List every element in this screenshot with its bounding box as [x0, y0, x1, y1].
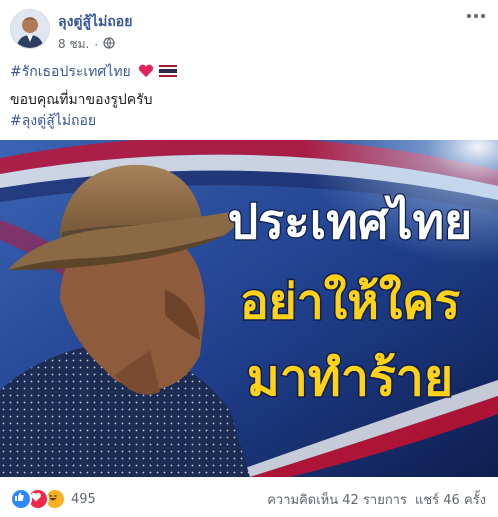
like-reaction-icon — [10, 488, 32, 510]
post-time[interactable]: 8 ชม. — [58, 35, 89, 54]
image-headline-1: ประเทศไทย — [228, 193, 472, 250]
post-header: ลุงตู่สู้ไม่ถอย 8 ชม. · — [0, 0, 498, 56]
reaction-count: 495 — [71, 491, 96, 507]
image-headline-2: อย่าให้ใคร — [240, 273, 461, 330]
image-headline-3: มาทำร้าย — [247, 349, 453, 407]
post-meta: 8 ชม. · — [58, 35, 115, 54]
post-image[interactable]: ประเทศไทย อย่าให้ใคร มาทำร้าย — [0, 140, 498, 477]
heart-emoji-icon — [135, 64, 158, 80]
post-text: #รักเธอประเทศไทย ขอบคุณที่มาของรูปครับ #… — [10, 62, 490, 132]
thai-flag-icon — [158, 64, 177, 80]
shares-count-link[interactable]: แชร์ 46 ครั้ง — [415, 489, 486, 510]
globe-icon[interactable] — [103, 37, 115, 52]
avatar[interactable] — [10, 9, 50, 49]
post-stats: ความคิดเห็น 42 รายการ แชร์ 46 ครั้ง — [267, 489, 486, 510]
reactions-summary[interactable]: 495 — [10, 488, 96, 510]
post-footer: 495 ความคิดเห็น 42 รายการ แชร์ 46 ครั้ง — [0, 478, 498, 517]
hashtag-link-2[interactable]: #ลุงตู่สู้ไม่ถอย — [10, 111, 490, 132]
more-options-icon[interactable] — [464, 6, 488, 26]
comments-count-link[interactable]: ความคิดเห็น 42 รายการ — [267, 489, 407, 510]
hashtag-line: #รักเธอประเทศไทย — [10, 62, 490, 83]
body-line: ขอบคุณที่มาของรูปครับ — [10, 92, 153, 108]
hashtag-link[interactable]: #รักเธอประเทศไทย — [10, 64, 131, 80]
author-name[interactable]: ลุงตู่สู้ไม่ถอย — [58, 11, 132, 33]
meta-separator: · — [94, 37, 99, 52]
